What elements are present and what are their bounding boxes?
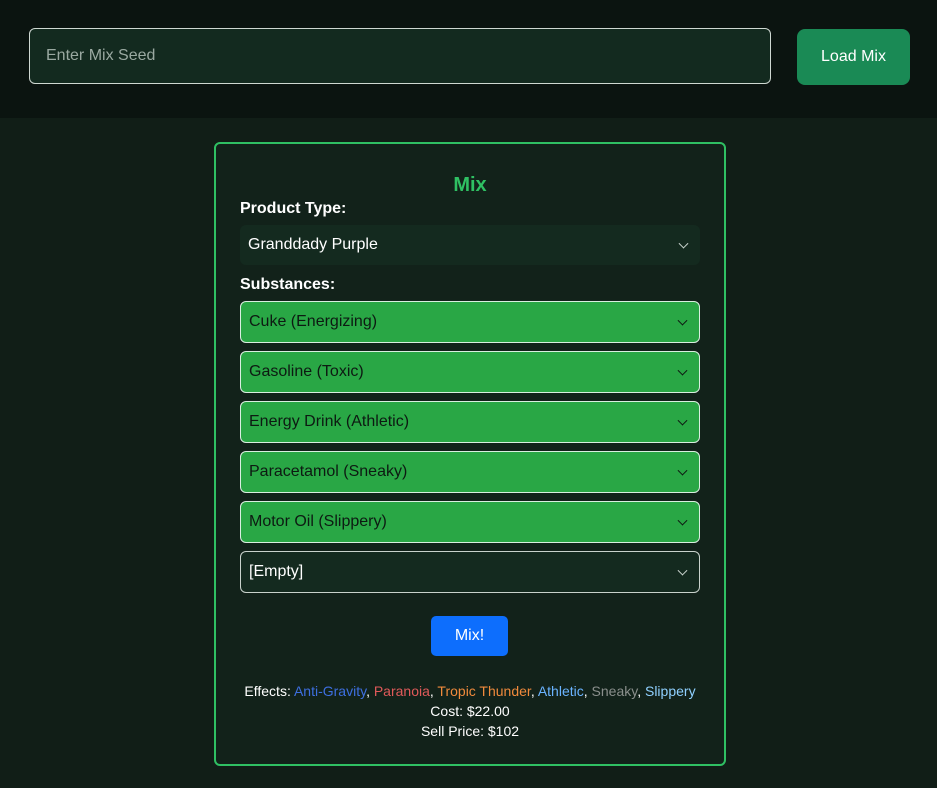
effect-tropic-thunder: Tropic Thunder <box>437 683 531 699</box>
load-mix-button[interactable]: Load Mix <box>797 29 910 85</box>
chevron-down-icon <box>677 515 688 526</box>
top-bar: Load Mix <box>0 0 937 118</box>
substance-select-1[interactable]: Cuke (Energizing) <box>240 301 700 343</box>
chevron-down-icon <box>678 238 689 249</box>
substance-select-6[interactable]: [Empty] <box>240 551 700 593</box>
substance-value: Gasoline (Toxic) <box>249 363 364 380</box>
effects-line: Effects: Anti-Gravity, Paranoia, Tropic … <box>216 681 724 701</box>
effect-slippery: Slippery <box>644 683 696 699</box>
panel-title: Mix <box>453 174 487 196</box>
effect-anti-gravity: Anti-Gravity <box>293 683 367 699</box>
effect-separator: , <box>583 683 592 699</box>
product-type-value: Granddady Purple <box>248 236 378 253</box>
mix-seed-input[interactable] <box>29 28 771 84</box>
mix-results: Effects: Anti-Gravity, Paranoia, Tropic … <box>216 681 724 741</box>
mix-panel: Mix Product Type: Granddady Purple Subst… <box>214 142 726 766</box>
effects-label: Effects: <box>244 683 291 699</box>
effect-separator: , <box>637 683 645 699</box>
substance-value: Motor Oil (Slippery) <box>249 513 387 530</box>
mix-button[interactable]: Mix! <box>431 616 508 656</box>
substance-value: Cuke (Energizing) <box>249 313 378 330</box>
effect-paranoia: Paranoia <box>373 683 430 699</box>
chevron-down-icon <box>677 465 688 476</box>
substance-select-3[interactable]: Energy Drink (Athletic) <box>240 401 700 443</box>
substance-value: [Empty] <box>249 563 304 580</box>
cost-text: Cost: $22.00 <box>430 703 510 719</box>
substance-select-2[interactable]: Gasoline (Toxic) <box>240 351 700 393</box>
substance-select-5[interactable]: Motor Oil (Slippery) <box>240 501 700 543</box>
effect-separator: , <box>366 683 374 699</box>
substance-select-4[interactable]: Paracetamol (Sneaky) <box>240 451 700 493</box>
product-type-select[interactable]: Granddady Purple <box>240 225 700 265</box>
sell-price-text: Sell Price: $102 <box>420 723 520 739</box>
effect-separator: , <box>530 683 538 699</box>
chevron-down-icon <box>677 415 688 426</box>
effect-sneaky: Sneaky <box>591 683 638 699</box>
chevron-down-icon <box>677 365 688 376</box>
substance-value: Paracetamol (Sneaky) <box>249 463 408 480</box>
effect-athletic: Athletic <box>537 683 584 699</box>
effects-list: Anti-Gravity, Paranoia, Tropic Thunder, … <box>294 683 696 699</box>
product-type-label: Product Type: <box>240 200 347 217</box>
chevron-down-icon <box>677 315 688 326</box>
substance-value: Energy Drink (Athletic) <box>249 413 410 430</box>
substances-label: Substances: <box>240 276 336 293</box>
chevron-down-icon <box>677 565 688 576</box>
